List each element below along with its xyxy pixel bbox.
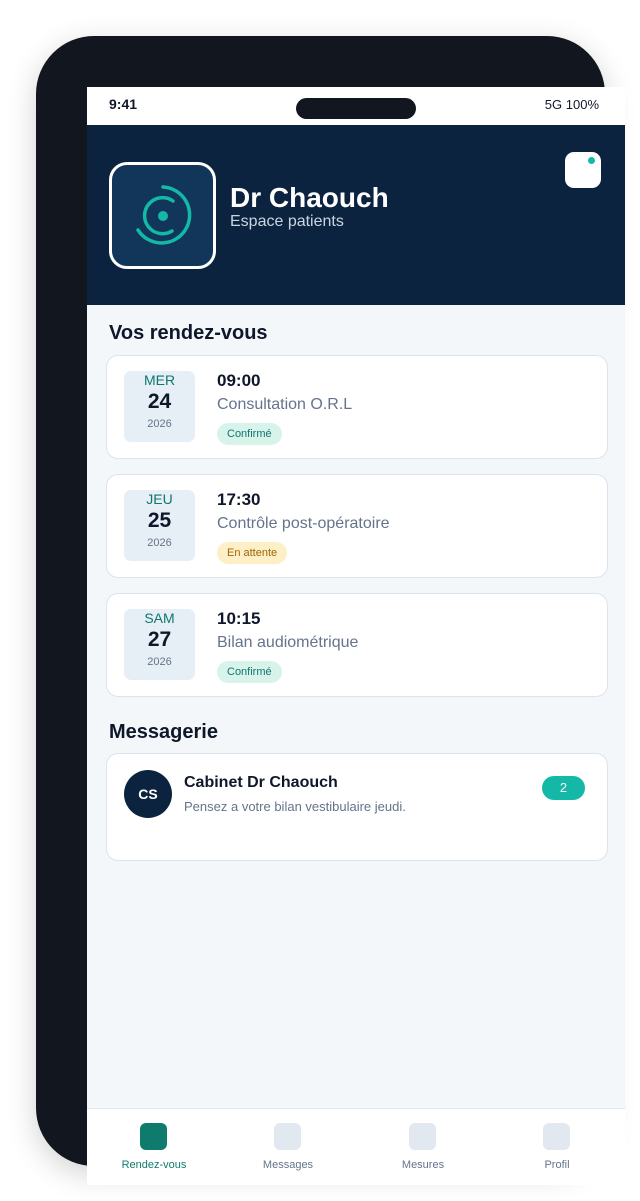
notifications-button[interactable] — [565, 152, 601, 188]
app-logo — [109, 162, 216, 269]
status-time: 9:41 — [109, 96, 138, 112]
appointment-time: 10:15 — [217, 609, 261, 628]
ring-dot-logo-icon — [136, 185, 192, 245]
status-badge: En attente — [217, 542, 288, 564]
appointment-date: 24 — [147, 390, 172, 413]
nav-item-rendez-vous[interactable]: Rendez-vous — [87, 1109, 221, 1185]
nav-item-profil[interactable]: Profil — [490, 1109, 624, 1185]
chart-icon — [409, 1123, 436, 1150]
appointment-time: 17:30 — [217, 490, 261, 509]
message-sender: Cabinet Dr Chaouch — [184, 774, 338, 791]
appointment-year: 2026 — [147, 537, 172, 549]
appointment-card[interactable]: SAM 27 2026 10:15 Bilan audiométrique Co… — [106, 593, 608, 697]
appointment-title: Contrôle post-opératoire — [217, 515, 390, 532]
profile-icon — [543, 1123, 570, 1150]
appointment-date: 27 — [147, 628, 172, 651]
header-subtitle: Espace patients — [230, 213, 344, 230]
app-header: Dr Chaouch Espace patients — [87, 125, 625, 305]
appointment-year: 2026 — [147, 418, 172, 430]
nav-label: Mesures — [401, 1159, 445, 1171]
status-signal: 5G 100% — [544, 97, 599, 112]
app-screen: 9:41 5G 100% Dr Chaouch Espace patients … — [87, 87, 625, 1185]
appointment-title: Bilan audiométrique — [217, 634, 359, 651]
appointment-title: Consultation O.R.L — [217, 396, 353, 413]
appointment-day: JEU — [146, 491, 173, 507]
appointments-section-title: Vos rendez-vous — [109, 322, 268, 344]
nav-label: Messages — [262, 1159, 314, 1171]
phone-frame: 9:41 5G 100% Dr Chaouch Espace patients … — [36, 36, 625, 1185]
appointment-day: MER — [143, 372, 176, 388]
message-card[interactable]: CS Cabinet Dr Chaouch Pensez a votre bil… — [106, 753, 608, 861]
appointment-day: SAM — [144, 610, 175, 626]
camera-notch — [296, 98, 416, 119]
calendar-icon — [140, 1123, 167, 1150]
nav-label: Rendez-vous — [121, 1159, 187, 1171]
doctor-name: Dr Chaouch — [230, 182, 389, 213]
message-icon — [274, 1123, 301, 1150]
date-box: SAM 27 2026 — [124, 609, 195, 680]
notification-dot-icon — [588, 157, 595, 164]
message-preview: Pensez a votre bilan vestibulaire jeudi. — [184, 799, 406, 814]
nav-item-mesures[interactable]: Mesures — [356, 1109, 490, 1185]
status-badge: Confirmé — [217, 661, 282, 683]
appointment-year: 2026 — [147, 656, 172, 668]
avatar: CS — [124, 770, 172, 818]
date-box: MER 24 2026 — [124, 371, 195, 442]
appointment-card[interactable]: JEU 25 2026 17:30 Contrôle post-opératoi… — [106, 474, 608, 578]
status-badge: Confirmé — [217, 423, 282, 445]
messages-section-title: Messagerie — [109, 721, 218, 743]
nav-label: Profil — [544, 1159, 570, 1171]
appointment-time: 09:00 — [217, 371, 261, 390]
bottom-nav: Rendez-vous Messages Mesures Profil — [87, 1108, 625, 1185]
nav-item-messages[interactable]: Messages — [221, 1109, 355, 1185]
appointment-card[interactable]: MER 24 2026 09:00 Consultation O.R.L Con… — [106, 355, 608, 459]
unread-count-badge: 2 — [542, 776, 585, 800]
date-box: JEU 25 2026 — [124, 490, 195, 561]
status-bar: 9:41 5G 100% — [87, 87, 625, 125]
appointment-date: 25 — [147, 509, 172, 532]
